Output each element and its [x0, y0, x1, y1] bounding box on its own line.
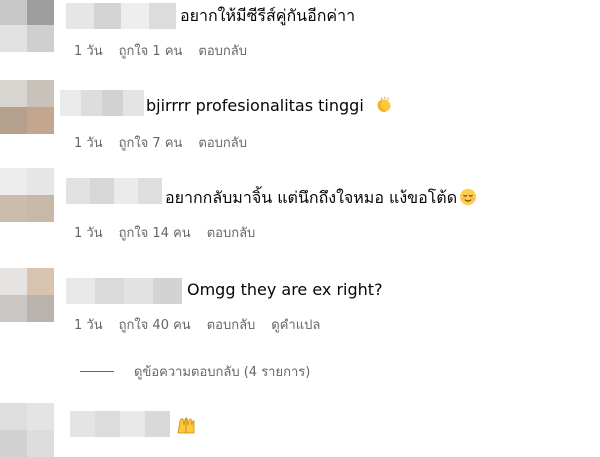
translate-button[interactable]: ดูคำแปล	[271, 314, 320, 335]
avatar[interactable]	[0, 268, 54, 322]
comment-text-content: bjirrrr profesionalitas tinggi	[146, 96, 364, 115]
view-replies-label[interactable]: ดูข้อความตอบกลับ (4 รายการ)	[134, 361, 310, 382]
like-button[interactable]: ถูกใจ 1 คน	[119, 40, 183, 61]
commenter-name-blurred[interactable]	[70, 411, 170, 437]
reply-button[interactable]: ตอบกลับ	[207, 222, 256, 243]
comment-time[interactable]: 1 วัน	[74, 222, 103, 243]
like-button[interactable]: ถูกใจ 14 คน	[119, 222, 191, 243]
comment-time[interactable]: 1 วัน	[74, 314, 103, 335]
reply-button[interactable]: ตอบกลับ	[198, 40, 247, 61]
clapping-hands-icon	[377, 96, 391, 113]
like-button[interactable]: ถูกใจ 40 คน	[119, 314, 191, 335]
raising-hands-icon	[177, 417, 195, 434]
comment-text: อยากให้มีซีรีส์คู่กันอีกค่าา	[180, 6, 356, 25]
commenter-name-blurred[interactable]	[66, 3, 176, 29]
comment-time[interactable]: 1 วัน	[74, 132, 103, 153]
comment-actions: 1 วัน ถูกใจ 14 คน ตอบกลับ	[74, 222, 255, 243]
avatar[interactable]	[0, 80, 54, 134]
commenter-name-blurred[interactable]	[60, 90, 144, 116]
comment-actions: 1 วัน ถูกใจ 1 คน ตอบกลับ	[74, 40, 247, 61]
like-button[interactable]: ถูกใจ 7 คน	[119, 132, 183, 153]
comment-text: Omgg they are ex right?	[187, 280, 383, 299]
commenter-name-blurred[interactable]	[66, 278, 182, 304]
comment-actions: 1 วัน ถูกใจ 40 คน ตอบกลับ ดูคำแปล	[74, 314, 320, 335]
reply-button[interactable]: ตอบกลับ	[198, 132, 247, 153]
reply-button[interactable]: ตอบกลับ	[207, 314, 256, 335]
comment-text-content: อยากกลับมาจิ้น แต่นึกถึงใจหมอ แง้ขอโต้ด	[165, 188, 458, 207]
avatar[interactable]	[0, 0, 54, 52]
comment-text: bjirrrr profesionalitas tinggi	[146, 96, 393, 116]
relieved-face-icon	[459, 188, 477, 206]
avatar[interactable]	[0, 168, 54, 222]
commenter-name-blurred[interactable]	[66, 178, 162, 204]
comment-time[interactable]: 1 วัน	[74, 40, 103, 61]
comment-actions: 1 วัน ถูกใจ 7 คน ตอบกลับ	[74, 132, 247, 153]
divider-line	[80, 371, 114, 372]
view-replies-link[interactable]: ดูข้อความตอบกลับ (4 รายการ)	[80, 361, 310, 382]
comment-text: อยากกลับมาจิ้น แต่นึกถึงใจหมอ แง้ขอโต้ด	[165, 188, 477, 208]
